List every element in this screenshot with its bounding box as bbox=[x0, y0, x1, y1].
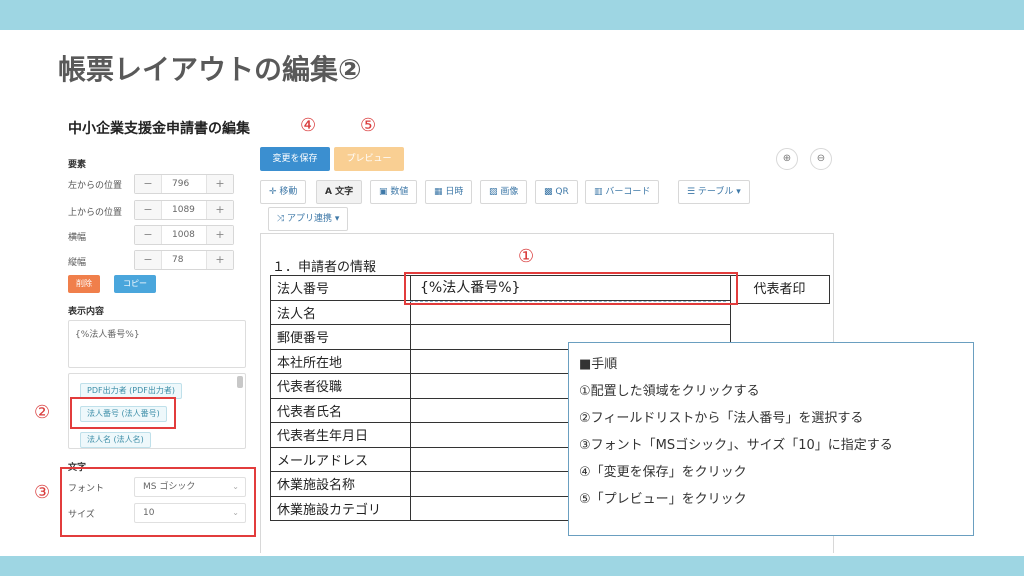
minus-button[interactable]: − bbox=[135, 251, 161, 269]
prop-height-stepper[interactable]: − 78 + bbox=[134, 250, 234, 270]
plus-button[interactable]: + bbox=[207, 226, 233, 244]
highlight-box-3 bbox=[60, 467, 256, 537]
tool-image-button[interactable]: ▨ 画像 bbox=[480, 180, 528, 204]
save-button[interactable]: 変更を保存 bbox=[260, 147, 330, 171]
highlight-box-1 bbox=[404, 272, 738, 305]
marker-5: ⑤ bbox=[360, 115, 377, 136]
steps-callout: ■手順 ①配置した領域をクリックする ②フィールドリストから「法人番号」を選択す… bbox=[568, 342, 974, 536]
prop-left-stepper[interactable]: − 796 + bbox=[134, 174, 234, 194]
tool-qr-button[interactable]: ▩ QR bbox=[535, 180, 578, 204]
listbox-scrollbar[interactable] bbox=[237, 376, 243, 388]
tool-barcode-button[interactable]: ▥ バーコード bbox=[585, 180, 660, 204]
form-row-label: 代表者生年月日 bbox=[270, 422, 411, 448]
zoom-in-icon[interactable]: ⊕ bbox=[776, 148, 798, 170]
tool-app-link-dropdown[interactable]: ⤨ アプリ連携 ▾ bbox=[268, 207, 349, 231]
steps-heading: ■手順 bbox=[579, 357, 618, 372]
element-section-heading: 要素 bbox=[68, 160, 87, 170]
step-item: ⑤「プレビュー」をクリック bbox=[579, 492, 747, 507]
tool-move-button[interactable]: ✛ 移動 bbox=[260, 180, 307, 204]
marker-1: ① bbox=[518, 246, 535, 267]
tool-number-button[interactable]: ▣ 数値 bbox=[370, 180, 418, 204]
form-row-label: 郵便番号 bbox=[270, 324, 411, 350]
display-section-heading: 表示内容 bbox=[68, 307, 105, 317]
minus-button[interactable]: − bbox=[135, 175, 161, 193]
step-item: ①配置した領域をクリックする bbox=[579, 384, 760, 399]
step-item: ④「変更を保存」をクリック bbox=[579, 465, 747, 480]
top-band bbox=[0, 0, 1024, 30]
bottom-band bbox=[0, 556, 1024, 576]
form-row-label: 代表者役職 bbox=[270, 373, 411, 399]
minus-button[interactable]: − bbox=[135, 201, 161, 219]
prop-left-label: 左からの位置 bbox=[68, 181, 123, 191]
form-row-label: 本社所在地 bbox=[270, 348, 411, 374]
delete-button[interactable]: 削除 bbox=[68, 275, 100, 293]
prop-height-value[interactable]: 78 bbox=[161, 251, 207, 269]
form-section-title: １．申請者の情報 bbox=[272, 260, 377, 275]
prop-width-stepper[interactable]: − 1008 + bbox=[134, 225, 234, 245]
tool-table-dropdown[interactable]: ☰ テーブル ▾ bbox=[678, 180, 750, 204]
minus-button[interactable]: − bbox=[135, 226, 161, 244]
zoom-out-icon[interactable]: ⊖ bbox=[810, 148, 832, 170]
form-row-label: 休業施設名称 bbox=[270, 471, 411, 497]
step-item: ③フォント「MSゴシック」、サイズ「10」に指定する bbox=[579, 438, 893, 453]
plus-button[interactable]: + bbox=[207, 175, 233, 193]
field-item-houjin-mei[interactable]: 法人名 (法人名) bbox=[80, 432, 151, 448]
app-title: 中小企業支援金申請書の編集 bbox=[68, 121, 250, 137]
slide-title: 帳票レイアウトの編集② bbox=[58, 53, 362, 86]
tool-text-button[interactable]: A 文字 bbox=[316, 180, 363, 204]
prop-top-stepper[interactable]: − 1089 + bbox=[134, 200, 234, 220]
form-row-label: 法人名 bbox=[270, 299, 411, 325]
copy-button[interactable]: コピー bbox=[114, 275, 156, 293]
tool-date-button[interactable]: ▦ 日時 bbox=[425, 180, 473, 204]
display-content-textarea[interactable]: {%法人番号%} bbox=[68, 320, 246, 368]
prop-width-value[interactable]: 1008 bbox=[161, 226, 207, 244]
form-row-label: 代表者氏名 bbox=[270, 397, 411, 423]
form-row-label: 休業施設カテゴリ bbox=[270, 495, 411, 521]
step-item: ②フィールドリストから「法人番号」を選択する bbox=[579, 411, 864, 426]
marker-4: ④ bbox=[300, 115, 317, 136]
prop-top-value[interactable]: 1089 bbox=[161, 201, 207, 219]
prop-width-label: 横幅 bbox=[68, 233, 87, 243]
prop-height-label: 縦幅 bbox=[68, 258, 87, 268]
marker-2: ② bbox=[34, 402, 51, 423]
preview-button[interactable]: プレビュー bbox=[334, 147, 404, 171]
highlight-box-2 bbox=[70, 397, 176, 429]
form-row-label: メールアドレス bbox=[270, 446, 411, 472]
form-row-label: 法人番号 bbox=[270, 275, 411, 301]
seal-label-cell: 代表者印 bbox=[730, 275, 830, 304]
prop-top-label: 上からの位置 bbox=[68, 208, 123, 218]
marker-3: ③ bbox=[34, 482, 51, 503]
plus-button[interactable]: + bbox=[207, 251, 233, 269]
plus-button[interactable]: + bbox=[207, 201, 233, 219]
prop-left-value[interactable]: 796 bbox=[161, 175, 207, 193]
